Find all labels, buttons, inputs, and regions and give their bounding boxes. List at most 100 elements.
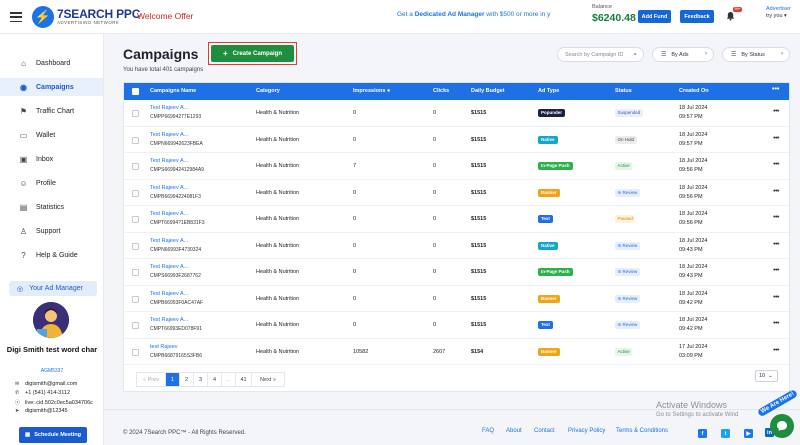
column-header[interactable]: Ad Type [538,88,559,94]
contact-email[interactable]: ✉ digismith@gmail.com [15,381,77,387]
column-header[interactable]: Impressions ● [353,88,390,94]
menu-icon[interactable] [10,12,22,22]
schedule-meeting-button[interactable]: ▦ Schedule Meeting [19,427,87,443]
more-icon[interactable]: ••• [772,86,779,93]
campaign-name-link[interactable]: Test Rajeev A... [150,132,203,138]
pagination-next[interactable]: Next » [252,373,284,386]
contact-telegram[interactable]: ➤ digismith@12345 [15,408,68,414]
campaign-name-link[interactable]: Test Rajeev A... [150,264,201,270]
search-input[interactable]: Search by Campaign ID ⌕ [557,47,644,62]
promo-banner[interactable]: Get a Dedicated Ad Manager with $500 or … [397,11,550,18]
row-more-icon[interactable]: ••• [773,135,779,142]
campaign-name-link[interactable]: Test Rajeev A... [150,211,204,217]
sidebar-item-help-guide[interactable]: ? Help & Guide [0,246,103,264]
select-all-checkbox[interactable] [132,88,139,95]
row-checkbox[interactable] [132,269,139,276]
row-checkbox[interactable] [132,110,139,117]
add-fund-button[interactable]: Add Fund [638,10,671,23]
row-more-icon[interactable]: ••• [773,188,779,195]
footer-link-terms[interactable]: Terms & Conditions [616,428,668,434]
row-checkbox[interactable] [132,322,139,329]
campaign-name-link[interactable]: Test Rajeev A... [150,317,202,323]
campaign-name-link[interactable]: Test Rajeev A... [150,158,204,164]
campaigns-icon: ◉ [20,82,27,92]
sidebar-item-support[interactable]: ♙ Support [0,222,103,240]
row-more-icon[interactable]: ••• [773,161,779,168]
footer-link-faq[interactable]: FAQ [482,428,494,434]
filter-by-ads[interactable]: ☰ By Ads › [652,47,714,62]
column-header[interactable]: Created On [679,88,709,94]
feedback-button[interactable]: Feedback [680,10,714,23]
twitter-icon[interactable]: t [721,429,730,438]
campaign-name-link[interactable]: test Rajeev [150,344,202,350]
table-row[interactable]: test Rajeev CMPB66879165S3FB6 Health & Nut… [124,339,789,365]
row-more-icon[interactable]: ••• [773,267,779,274]
campaign-name-cell: Test Rajeev A... CMPB66994224081F3 [150,185,201,200]
sidebar-item-profile[interactable]: ☺ Profile [0,174,103,192]
chevron-right-icon: › [780,50,783,57]
sidebar-item-traffic-chart[interactable]: ⚑ Traffic Chart [0,102,103,120]
sidebar-item-statistics[interactable]: ▤ Statistics [0,198,103,216]
table-row[interactable]: Test Rajeev A... CMPT66994?1EB831F3 Health… [124,206,789,233]
campaign-name-link[interactable]: Test Rajeev A... [150,185,201,191]
table-row[interactable]: Test Rajeev A... CMPS66993F2687762 Health … [124,259,789,286]
sidebar-item-dashboard[interactable]: ⌂ Dashboard [0,54,103,72]
create-campaign-button[interactable]: + Create Campaign [211,45,294,62]
footer-link-about[interactable]: About [506,428,522,434]
column-header[interactable]: Campaigns Name [150,88,196,94]
user-role: Advertiser [766,6,791,12]
row-checkbox[interactable] [132,216,139,223]
column-header[interactable]: Daily Budget [471,88,505,94]
row-more-icon[interactable]: ••• [773,294,779,301]
sidebar-item-inbox[interactable]: ▣ Inbox [0,150,103,168]
filter-by-status[interactable]: ☰ By Status › [722,47,790,62]
row-checkbox[interactable] [132,136,139,144]
per-page-select[interactable]: 10 ⌄ [755,370,778,382]
table-row[interactable]: Test Rajeev A... CMPN66993F4730324 Health … [124,233,789,259]
footer-link-contact[interactable]: Contact [534,428,555,434]
table-row[interactable]: Test Rajeev A... CMPN669942623FBEA Health … [124,127,789,153]
row-more-icon[interactable]: ••• [773,214,779,221]
welcome-offer-link[interactable]: Welcome Offer [137,11,193,21]
row-more-icon[interactable]: ••• [773,108,779,115]
table-row[interactable]: Test Rajeev A... CMPT66993ED078F91 Health … [124,312,789,339]
row-checkbox[interactable] [132,348,139,356]
campaign-name-link[interactable]: Test Rajeev A... [150,291,203,297]
sidebar-item-wallet[interactable]: ▭ Wallet [0,126,103,144]
logo[interactable]: ⚡ 7SEARCH PPC ADVERTISING NETWORK [32,6,140,28]
ad-type-cell: Banner [538,188,560,197]
row-more-icon[interactable]: ••• [773,241,779,248]
campaign-name-link[interactable]: Test Rajeev A... [150,238,201,244]
column-header[interactable]: Category [256,88,280,94]
facebook-icon[interactable]: f [698,429,707,438]
footer-link-privacy[interactable]: Privacy Policy [568,428,605,434]
bell-icon[interactable] [726,11,735,21]
table-row[interactable]: Test Rajeev A... CMPB66993F0AC47AF Health … [124,286,789,312]
campaign-name-link[interactable]: Test Rajeev A... [150,105,201,111]
filter-label: By Ads [671,51,689,58]
pagination-page[interactable]: 3 [194,373,208,386]
pagination-prev[interactable]: « Prev [137,373,166,386]
column-header[interactable]: Status [615,88,632,94]
row-checkbox[interactable] [132,163,139,170]
table-row[interactable]: Test Rajeev A... CMPP66994277E1293 Health … [124,100,789,127]
info-icon[interactable]: ● [387,88,390,94]
sidebar-item-campaigns[interactable]: ◉ Campaigns [0,78,103,96]
table-row[interactable]: Test Rajeev A... CMPB66994224081F3 Health … [124,180,789,206]
youtube-icon[interactable]: ▶ [744,429,753,438]
column-header[interactable]: Clicks [433,88,449,94]
row-more-icon[interactable]: ••• [773,320,779,327]
row-checkbox[interactable] [132,189,139,197]
row-checkbox[interactable] [132,242,139,250]
pagination-page[interactable]: 4 [208,373,222,386]
row-more-icon[interactable]: ••• [773,347,779,354]
pagination-page[interactable]: 1 [166,373,180,386]
pagination-page[interactable]: 41 [236,373,252,386]
table-row[interactable]: Test Rajeev A... CMPS669942412984A9 Health… [124,153,789,180]
user-menu[interactable]: Advertiser try you ▾ [766,6,791,19]
pagination-page[interactable]: 2 [180,373,194,386]
chat-button[interactable] [770,414,794,438]
contact-skype[interactable]: ⓢ live:.cid.502c0ec5a034706c [15,399,93,407]
contact-phone[interactable]: ✆ +1 (541) 414-3112 [15,390,70,396]
row-checkbox[interactable] [132,295,139,303]
